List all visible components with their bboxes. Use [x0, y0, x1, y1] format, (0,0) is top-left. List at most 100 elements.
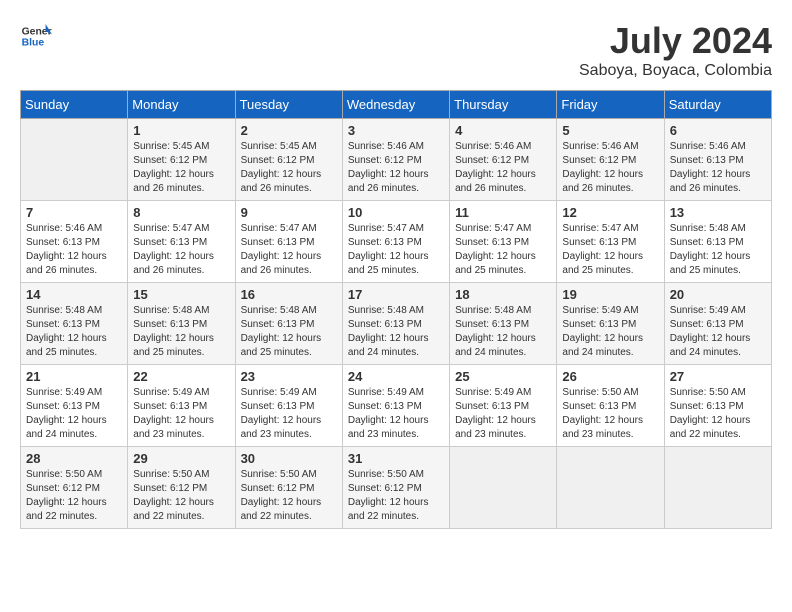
day-number: 15	[133, 287, 229, 302]
day-number: 24	[348, 369, 444, 384]
day-number: 16	[241, 287, 337, 302]
calendar-cell	[664, 447, 771, 529]
logo-icon: General Blue	[20, 20, 52, 52]
day-info: Sunrise: 5:46 AM Sunset: 6:12 PM Dayligh…	[455, 140, 551, 196]
day-number: 9	[241, 205, 337, 220]
calendar-cell: 25 Sunrise: 5:49 AM Sunset: 6:13 PM Dayli…	[450, 365, 557, 447]
calendar-cell: 15 Sunrise: 5:48 AM Sunset: 6:13 PM Dayli…	[128, 283, 235, 365]
day-info: Sunrise: 5:48 AM Sunset: 6:13 PM Dayligh…	[348, 304, 444, 360]
day-number: 18	[455, 287, 551, 302]
calendar-cell: 23Sunrise: 5:49 AM Sunset: 6:13 PM Dayli…	[235, 365, 342, 447]
calendar-cell: 5 Sunrise: 5:46 AM Sunset: 6:12 PM Daylig…	[557, 119, 664, 201]
calendar-cell: 2 Sunrise: 5:45 AM Sunset: 6:12 PM Daylig…	[235, 119, 342, 201]
calendar-cell: 21Sunrise: 5:49 AM Sunset: 6:13 PM Dayli…	[21, 365, 128, 447]
calendar-cell: 22Sunrise: 5:49 AM Sunset: 6:13 PM Dayli…	[128, 365, 235, 447]
calendar-cell: 16 Sunrise: 5:48 AM Sunset: 6:13 PM Dayli…	[235, 283, 342, 365]
day-number: 6	[670, 123, 766, 138]
day-number: 10	[348, 205, 444, 220]
calendar-cell: 9 Sunrise: 5:47 AM Sunset: 6:13 PM Daylig…	[235, 201, 342, 283]
day-info: Sunrise: 5:48 AM Sunset: 6:13 PM Dayligh…	[133, 304, 229, 360]
day-number: 19	[562, 287, 658, 302]
day-number: 28	[26, 451, 122, 466]
calendar-cell: 3Sunrise: 5:46 AM Sunset: 6:12 PM Daylig…	[342, 119, 449, 201]
calendar-cell	[450, 447, 557, 529]
calendar-cell: 4Sunrise: 5:46 AM Sunset: 6:12 PM Daylig…	[450, 119, 557, 201]
day-info: Sunrise: 5:48 AM Sunset: 6:13 PM Dayligh…	[670, 222, 766, 278]
day-number: 22	[133, 369, 229, 384]
day-number: 7	[26, 205, 122, 220]
calendar-subtitle: Saboya, Boyaca, Colombia	[579, 62, 772, 80]
day-number: 27	[670, 369, 766, 384]
day-info: Sunrise: 5:50 AM Sunset: 6:12 PM Dayligh…	[241, 468, 337, 524]
day-number: 13	[670, 205, 766, 220]
day-number: 2	[241, 123, 337, 138]
day-info: Sunrise: 5:49 AM Sunset: 6:13 PM Dayligh…	[241, 386, 337, 442]
day-number: 31	[348, 451, 444, 466]
day-number: 8	[133, 205, 229, 220]
day-info: Sunrise: 5:47 AM Sunset: 6:13 PM Dayligh…	[562, 222, 658, 278]
day-number: 17	[348, 287, 444, 302]
day-number: 3	[348, 123, 444, 138]
calendar-cell: 20 Sunrise: 5:49 AM Sunset: 6:13 PM Dayli…	[664, 283, 771, 365]
day-info: Sunrise: 5:48 AM Sunset: 6:13 PM Dayligh…	[455, 304, 551, 360]
day-number: 12	[562, 205, 658, 220]
day-number: 26	[562, 369, 658, 384]
calendar-week-row: 7Sunrise: 5:46 AM Sunset: 6:13 PM Daylig…	[21, 201, 772, 283]
weekday-header: Friday	[557, 91, 664, 119]
day-number: 5	[562, 123, 658, 138]
weekday-header: Tuesday	[235, 91, 342, 119]
day-info: Sunrise: 5:46 AM Sunset: 6:12 PM Dayligh…	[562, 140, 658, 196]
calendar-cell: 19 Sunrise: 5:49 AM Sunset: 6:13 PM Dayli…	[557, 283, 664, 365]
day-info: Sunrise: 5:49 AM Sunset: 6:13 PM Dayligh…	[455, 386, 551, 442]
weekday-header: Sunday	[21, 91, 128, 119]
calendar-week-row: 28 Sunrise: 5:50 AM Sunset: 6:12 PM Dayli…	[21, 447, 772, 529]
calendar-table: SundayMondayTuesdayWednesdayThursdayFrid…	[20, 90, 772, 529]
day-info: Sunrise: 5:46 AM Sunset: 6:13 PM Dayligh…	[670, 140, 766, 196]
day-number: 30	[241, 451, 337, 466]
calendar-week-row: 21Sunrise: 5:49 AM Sunset: 6:13 PM Dayli…	[21, 365, 772, 447]
day-number: 11	[455, 205, 551, 220]
calendar-cell: 14Sunrise: 5:48 AM Sunset: 6:13 PM Dayli…	[21, 283, 128, 365]
day-info: Sunrise: 5:50 AM Sunset: 6:12 PM Dayligh…	[348, 468, 444, 524]
calendar-cell: 8 Sunrise: 5:47 AM Sunset: 6:13 PM Daylig…	[128, 201, 235, 283]
day-info: Sunrise: 5:45 AM Sunset: 6:12 PM Dayligh…	[133, 140, 229, 196]
calendar-title: July 2024	[579, 20, 772, 62]
day-info: Sunrise: 5:50 AM Sunset: 6:13 PM Dayligh…	[562, 386, 658, 442]
day-number: 1	[133, 123, 229, 138]
day-info: Sunrise: 5:47 AM Sunset: 6:13 PM Dayligh…	[241, 222, 337, 278]
header: General Blue July 2024 Saboya, Boyaca, C…	[20, 20, 772, 80]
day-number: 29	[133, 451, 229, 466]
day-number: 20	[670, 287, 766, 302]
calendar-cell	[21, 119, 128, 201]
calendar-cell: 6 Sunrise: 5:46 AM Sunset: 6:13 PM Daylig…	[664, 119, 771, 201]
calendar-cell: 17 Sunrise: 5:48 AM Sunset: 6:13 PM Dayli…	[342, 283, 449, 365]
day-info: Sunrise: 5:49 AM Sunset: 6:13 PM Dayligh…	[348, 386, 444, 442]
calendar-cell: 29 Sunrise: 5:50 AM Sunset: 6:12 PM Dayli…	[128, 447, 235, 529]
calendar-cell: 11 Sunrise: 5:47 AM Sunset: 6:13 PM Dayli…	[450, 201, 557, 283]
calendar-cell: 13 Sunrise: 5:48 AM Sunset: 6:13 PM Dayli…	[664, 201, 771, 283]
day-info: Sunrise: 5:48 AM Sunset: 6:13 PM Dayligh…	[241, 304, 337, 360]
calendar-cell: 31 Sunrise: 5:50 AM Sunset: 6:12 PM Dayli…	[342, 447, 449, 529]
logo: General Blue	[20, 20, 52, 52]
day-info: Sunrise: 5:45 AM Sunset: 6:12 PM Dayligh…	[241, 140, 337, 196]
calendar-week-row: 14 Sunrise: 5:48 AM Sunset: 6:13 PM Dayli…	[21, 283, 772, 365]
calendar-cell: 7Sunrise: 5:46 AM Sunset: 6:13 PM Daylig…	[21, 201, 128, 283]
day-info: Sunrise: 5:50 AM Sunset: 6:12 PM Dayligh…	[26, 468, 122, 524]
day-info: Sunrise: 5:49 AM Sunset: 6:13 PM Dayligh…	[562, 304, 658, 360]
day-info: Sunrise: 5:47 AM Sunset: 6:13 PM Dayligh…	[133, 222, 229, 278]
calendar-cell: 24 Sunrise: 5:49 AM Sunset: 6:13 PM Dayli…	[342, 365, 449, 447]
weekday-header: Saturday	[664, 91, 771, 119]
calendar-week-row: 1 Sunrise: 5:45 AM Sunset: 6:12 PM Daylig…	[21, 119, 772, 201]
calendar-cell	[557, 447, 664, 529]
day-number: 25	[455, 369, 551, 384]
day-info: Sunrise: 5:49 AM Sunset: 6:13 PM Dayligh…	[26, 386, 122, 442]
calendar-cell: 27Sunrise: 5:50 AM Sunset: 6:13 PM Dayli…	[664, 365, 771, 447]
svg-text:Blue: Blue	[22, 38, 45, 49]
weekday-header: Wednesday	[342, 91, 449, 119]
calendar-cell: 18 Sunrise: 5:48 AM Sunset: 6:13 PM Dayli…	[450, 283, 557, 365]
day-info: Sunrise: 5:49 AM Sunset: 6:13 PM Dayligh…	[670, 304, 766, 360]
calendar-cell: 28 Sunrise: 5:50 AM Sunset: 6:12 PM Dayli…	[21, 447, 128, 529]
day-number: 14	[26, 287, 122, 302]
day-info: Sunrise: 5:47 AM Sunset: 6:13 PM Dayligh…	[455, 222, 551, 278]
day-info: Sunrise: 5:50 AM Sunset: 6:12 PM Dayligh…	[133, 468, 229, 524]
